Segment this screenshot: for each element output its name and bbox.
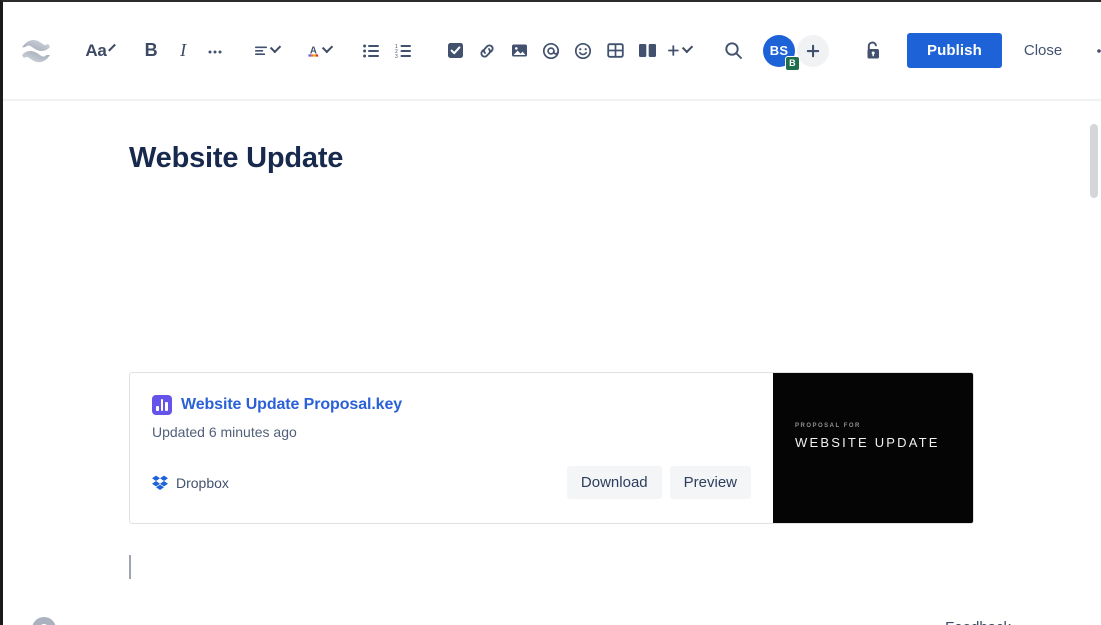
numbered-list-icon: 1 2 3 bbox=[395, 44, 412, 58]
text-alignment-dropdown[interactable] bbox=[251, 35, 283, 67]
italic-button[interactable]: I bbox=[167, 35, 199, 67]
close-button[interactable]: Close bbox=[1010, 33, 1076, 68]
insert-plus-icon bbox=[667, 42, 680, 59]
ellipsis-icon bbox=[207, 43, 223, 59]
chart-bar bbox=[165, 402, 168, 411]
thumbnail-kicker: Proposal for bbox=[795, 423, 973, 429]
search-icon bbox=[724, 41, 743, 60]
avatar[interactable]: BS B bbox=[763, 35, 795, 67]
unlock-icon bbox=[863, 40, 883, 61]
ellipsis-icon bbox=[1096, 43, 1101, 59]
chevron-down-icon bbox=[322, 42, 333, 53]
link-button[interactable] bbox=[471, 35, 503, 67]
table-button[interactable] bbox=[599, 35, 631, 67]
file-provider: Dropbox bbox=[152, 475, 229, 491]
mention-icon bbox=[542, 42, 560, 60]
scrollbar-track[interactable] bbox=[1087, 103, 1101, 625]
confluence-logo-icon bbox=[21, 38, 51, 64]
image-button[interactable] bbox=[503, 35, 535, 67]
feedback-link[interactable]: Feedback bbox=[945, 619, 1011, 625]
page-title[interactable]: Website Update bbox=[129, 142, 1101, 175]
add-person-button[interactable] bbox=[797, 35, 829, 67]
emoji-button[interactable] bbox=[567, 35, 599, 67]
more-formatting-button[interactable] bbox=[199, 35, 231, 67]
file-name-row: Website Update Proposal.key bbox=[152, 395, 773, 415]
text-color-icon: A bbox=[307, 42, 320, 60]
scrollbar-thumb[interactable] bbox=[1090, 124, 1098, 198]
bold-label: B bbox=[145, 40, 158, 61]
help-button[interactable]: ? bbox=[32, 617, 56, 625]
editor-window: Aa B I A bbox=[0, 0, 1101, 625]
thumbnail-title: Website Update bbox=[795, 435, 973, 450]
bold-button[interactable]: B bbox=[135, 35, 167, 67]
file-thumbnail[interactable]: Proposal for Website Update bbox=[773, 373, 973, 523]
bullet-list-button[interactable] bbox=[355, 35, 387, 67]
avatar-badge: B bbox=[785, 56, 800, 71]
numbered-list-button[interactable]: 1 2 3 bbox=[387, 35, 419, 67]
editor-toolbar: Aa B I A bbox=[3, 2, 1101, 101]
file-card-body: Website Update Proposal.key Updated 6 mi… bbox=[130, 373, 773, 523]
text-cursor bbox=[129, 555, 131, 579]
file-name-link[interactable]: Website Update Proposal.key bbox=[181, 396, 402, 414]
text-style-dropdown[interactable]: Aa bbox=[83, 35, 115, 67]
file-card-actions: Download Preview bbox=[567, 466, 751, 499]
more-options-button[interactable] bbox=[1088, 37, 1101, 65]
table-icon bbox=[607, 42, 624, 59]
chevron-down-icon bbox=[270, 42, 281, 53]
chart-bar bbox=[156, 406, 159, 411]
search-button[interactable] bbox=[717, 35, 749, 67]
dropbox-icon bbox=[152, 475, 168, 490]
image-icon bbox=[511, 42, 528, 59]
preview-button[interactable]: Preview bbox=[670, 466, 751, 499]
collaborators: BS B bbox=[763, 35, 829, 67]
plus-icon bbox=[806, 44, 820, 58]
chevron-down-icon bbox=[108, 44, 116, 52]
confluence-logo[interactable] bbox=[21, 38, 51, 64]
chart-bar bbox=[161, 399, 164, 411]
file-attachment-card[interactable]: Website Update Proposal.key Updated 6 mi… bbox=[129, 372, 974, 524]
link-icon bbox=[478, 42, 496, 60]
file-provider-name: Dropbox bbox=[176, 475, 229, 491]
insert-more-dropdown[interactable] bbox=[663, 35, 695, 67]
text-color-dropdown[interactable]: A bbox=[303, 35, 335, 67]
italic-label: I bbox=[180, 40, 186, 61]
emoji-icon bbox=[574, 42, 592, 60]
restrictions-button[interactable] bbox=[857, 35, 889, 67]
task-checkbox-icon bbox=[447, 42, 464, 59]
align-left-icon bbox=[255, 44, 268, 58]
bullet-list-icon bbox=[363, 44, 380, 58]
file-updated-text: Updated 6 minutes ago bbox=[152, 424, 773, 440]
download-button[interactable]: Download bbox=[567, 466, 662, 499]
layout-columns-button[interactable] bbox=[631, 35, 663, 67]
svg-text:3: 3 bbox=[395, 54, 398, 58]
publish-button[interactable]: Publish bbox=[907, 33, 1002, 68]
mention-button[interactable] bbox=[535, 35, 567, 67]
text-style-label: Aa bbox=[85, 41, 106, 61]
task-list-button[interactable] bbox=[439, 35, 471, 67]
keynote-file-icon bbox=[152, 395, 172, 415]
editor-content[interactable]: Website Update Website Update Proposal.k… bbox=[3, 142, 1101, 625]
chevron-down-icon bbox=[682, 42, 693, 53]
layout-columns-icon bbox=[638, 42, 657, 59]
file-card-footer: Dropbox Download Preview bbox=[152, 466, 751, 499]
